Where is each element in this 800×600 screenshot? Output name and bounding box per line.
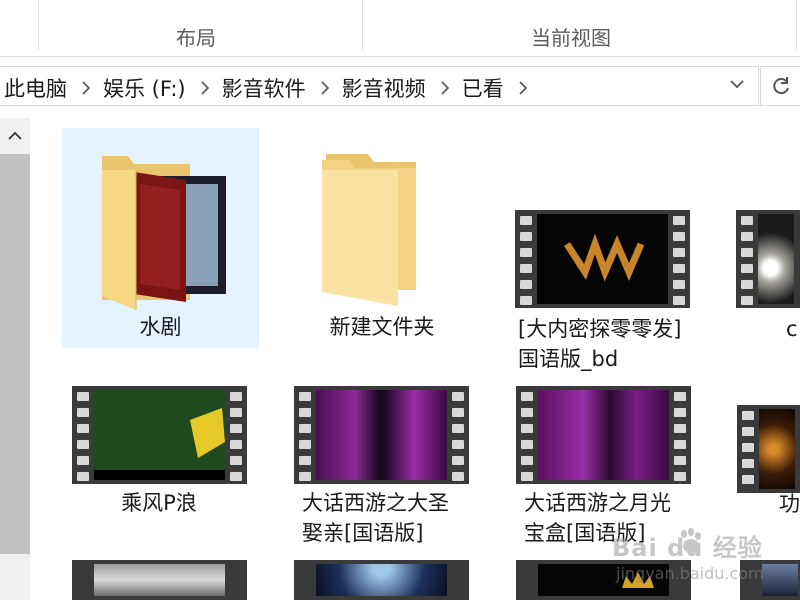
- video-thumbnail: [736, 210, 800, 308]
- video-thumbnail: [72, 386, 247, 484]
- video-thumbnail: [737, 405, 800, 493]
- video-item-danei-mitan[interactable]: [大内密探零零发] 国语版_bd: [510, 200, 700, 380]
- ribbon-group-current-view[interactable]: 当前视图: [531, 22, 611, 51]
- video-item-c[interactable]: c: [730, 200, 800, 360]
- breadcrumb-drive-f[interactable]: 娱乐 (F:): [103, 73, 194, 103]
- breadcrumb-watched[interactable]: 已看: [462, 73, 512, 103]
- refresh-icon: [773, 77, 789, 95]
- item-label: 水剧: [139, 315, 182, 339]
- chevron-right-icon[interactable]: [75, 81, 97, 95]
- item-label: 功: [779, 492, 800, 516]
- video-thumbnail: [294, 386, 469, 484]
- ribbon-separator: [362, 0, 363, 50]
- refresh-button[interactable]: [760, 66, 800, 106]
- item-label: c: [786, 317, 798, 341]
- chevron-down-icon[interactable]: [728, 75, 746, 97]
- folder-item-shuiju[interactable]: 水剧: [62, 128, 259, 348]
- item-label-line1: 大话西游之大圣: [302, 491, 449, 515]
- folder-with-content-icon: [102, 156, 226, 310]
- watermark-brand: Bai du 经验: [612, 534, 763, 562]
- nav-pane-scrollbar[interactable]: [0, 118, 30, 600]
- ribbon-separator: [796, 0, 797, 50]
- item-label: 乘风P浪: [121, 491, 197, 515]
- chevron-up-icon: [8, 131, 22, 140]
- breadcrumb-media-video[interactable]: 影音视频: [342, 73, 434, 103]
- scroll-thumb[interactable]: [0, 154, 30, 554]
- scroll-up-button[interactable]: [0, 118, 30, 154]
- item-label-line2: 国语版_bd: [518, 347, 619, 371]
- item-label-line1: [大内密探零零发]: [518, 317, 682, 341]
- item-label-line1: 大话西游之月光: [524, 491, 671, 515]
- watermark: Bai du 经验 jingyan.baidu.com: [612, 520, 800, 600]
- video-item-row3-1[interactable]: [72, 560, 248, 600]
- ribbon-group-layout[interactable]: 布局: [176, 22, 216, 51]
- video-item-gong[interactable]: 功: [735, 395, 800, 525]
- video-thumbnail: [516, 386, 691, 484]
- video-thumbnail: [72, 560, 247, 600]
- video-item-dahua-xiyou-1[interactable]: 大话西游之大圣 娶亲[国语版]: [290, 380, 480, 550]
- item-label-line2: 娶亲[国语版]: [302, 521, 424, 545]
- item-label: 新建文件夹: [329, 315, 435, 339]
- video-thumbnail: [294, 560, 469, 600]
- ribbon-separator: [38, 0, 39, 50]
- chevron-right-icon[interactable]: [512, 81, 534, 95]
- address-box[interactable]: 此电脑 娱乐 (F:) 影音软件 影音视频 已看: [0, 66, 759, 106]
- chevron-right-icon[interactable]: [314, 81, 336, 95]
- chevron-right-icon[interactable]: [434, 81, 456, 95]
- breadcrumb-this-pc[interactable]: 此电脑: [4, 73, 75, 103]
- folder-icon: [322, 154, 416, 306]
- chevron-right-icon[interactable]: [194, 81, 216, 95]
- video-thumbnail: [515, 210, 690, 308]
- breadcrumb: 此电脑 娱乐 (F:) 影音软件 影音视频 已看: [4, 73, 540, 103]
- breadcrumb-media-software[interactable]: 影音软件: [222, 73, 314, 103]
- ribbon: 布局 当前视图: [0, 0, 800, 57]
- video-item-row3-2[interactable]: [294, 560, 470, 600]
- watermark-url: jingyan.baidu.com: [616, 564, 764, 583]
- address-bar[interactable]: 此电脑 娱乐 (F:) 影音软件 影音视频 已看: [0, 66, 800, 106]
- video-item-chengfeng[interactable]: 乘风P浪: [66, 380, 252, 520]
- folder-item-new-folder[interactable]: 新建文件夹: [282, 128, 482, 348]
